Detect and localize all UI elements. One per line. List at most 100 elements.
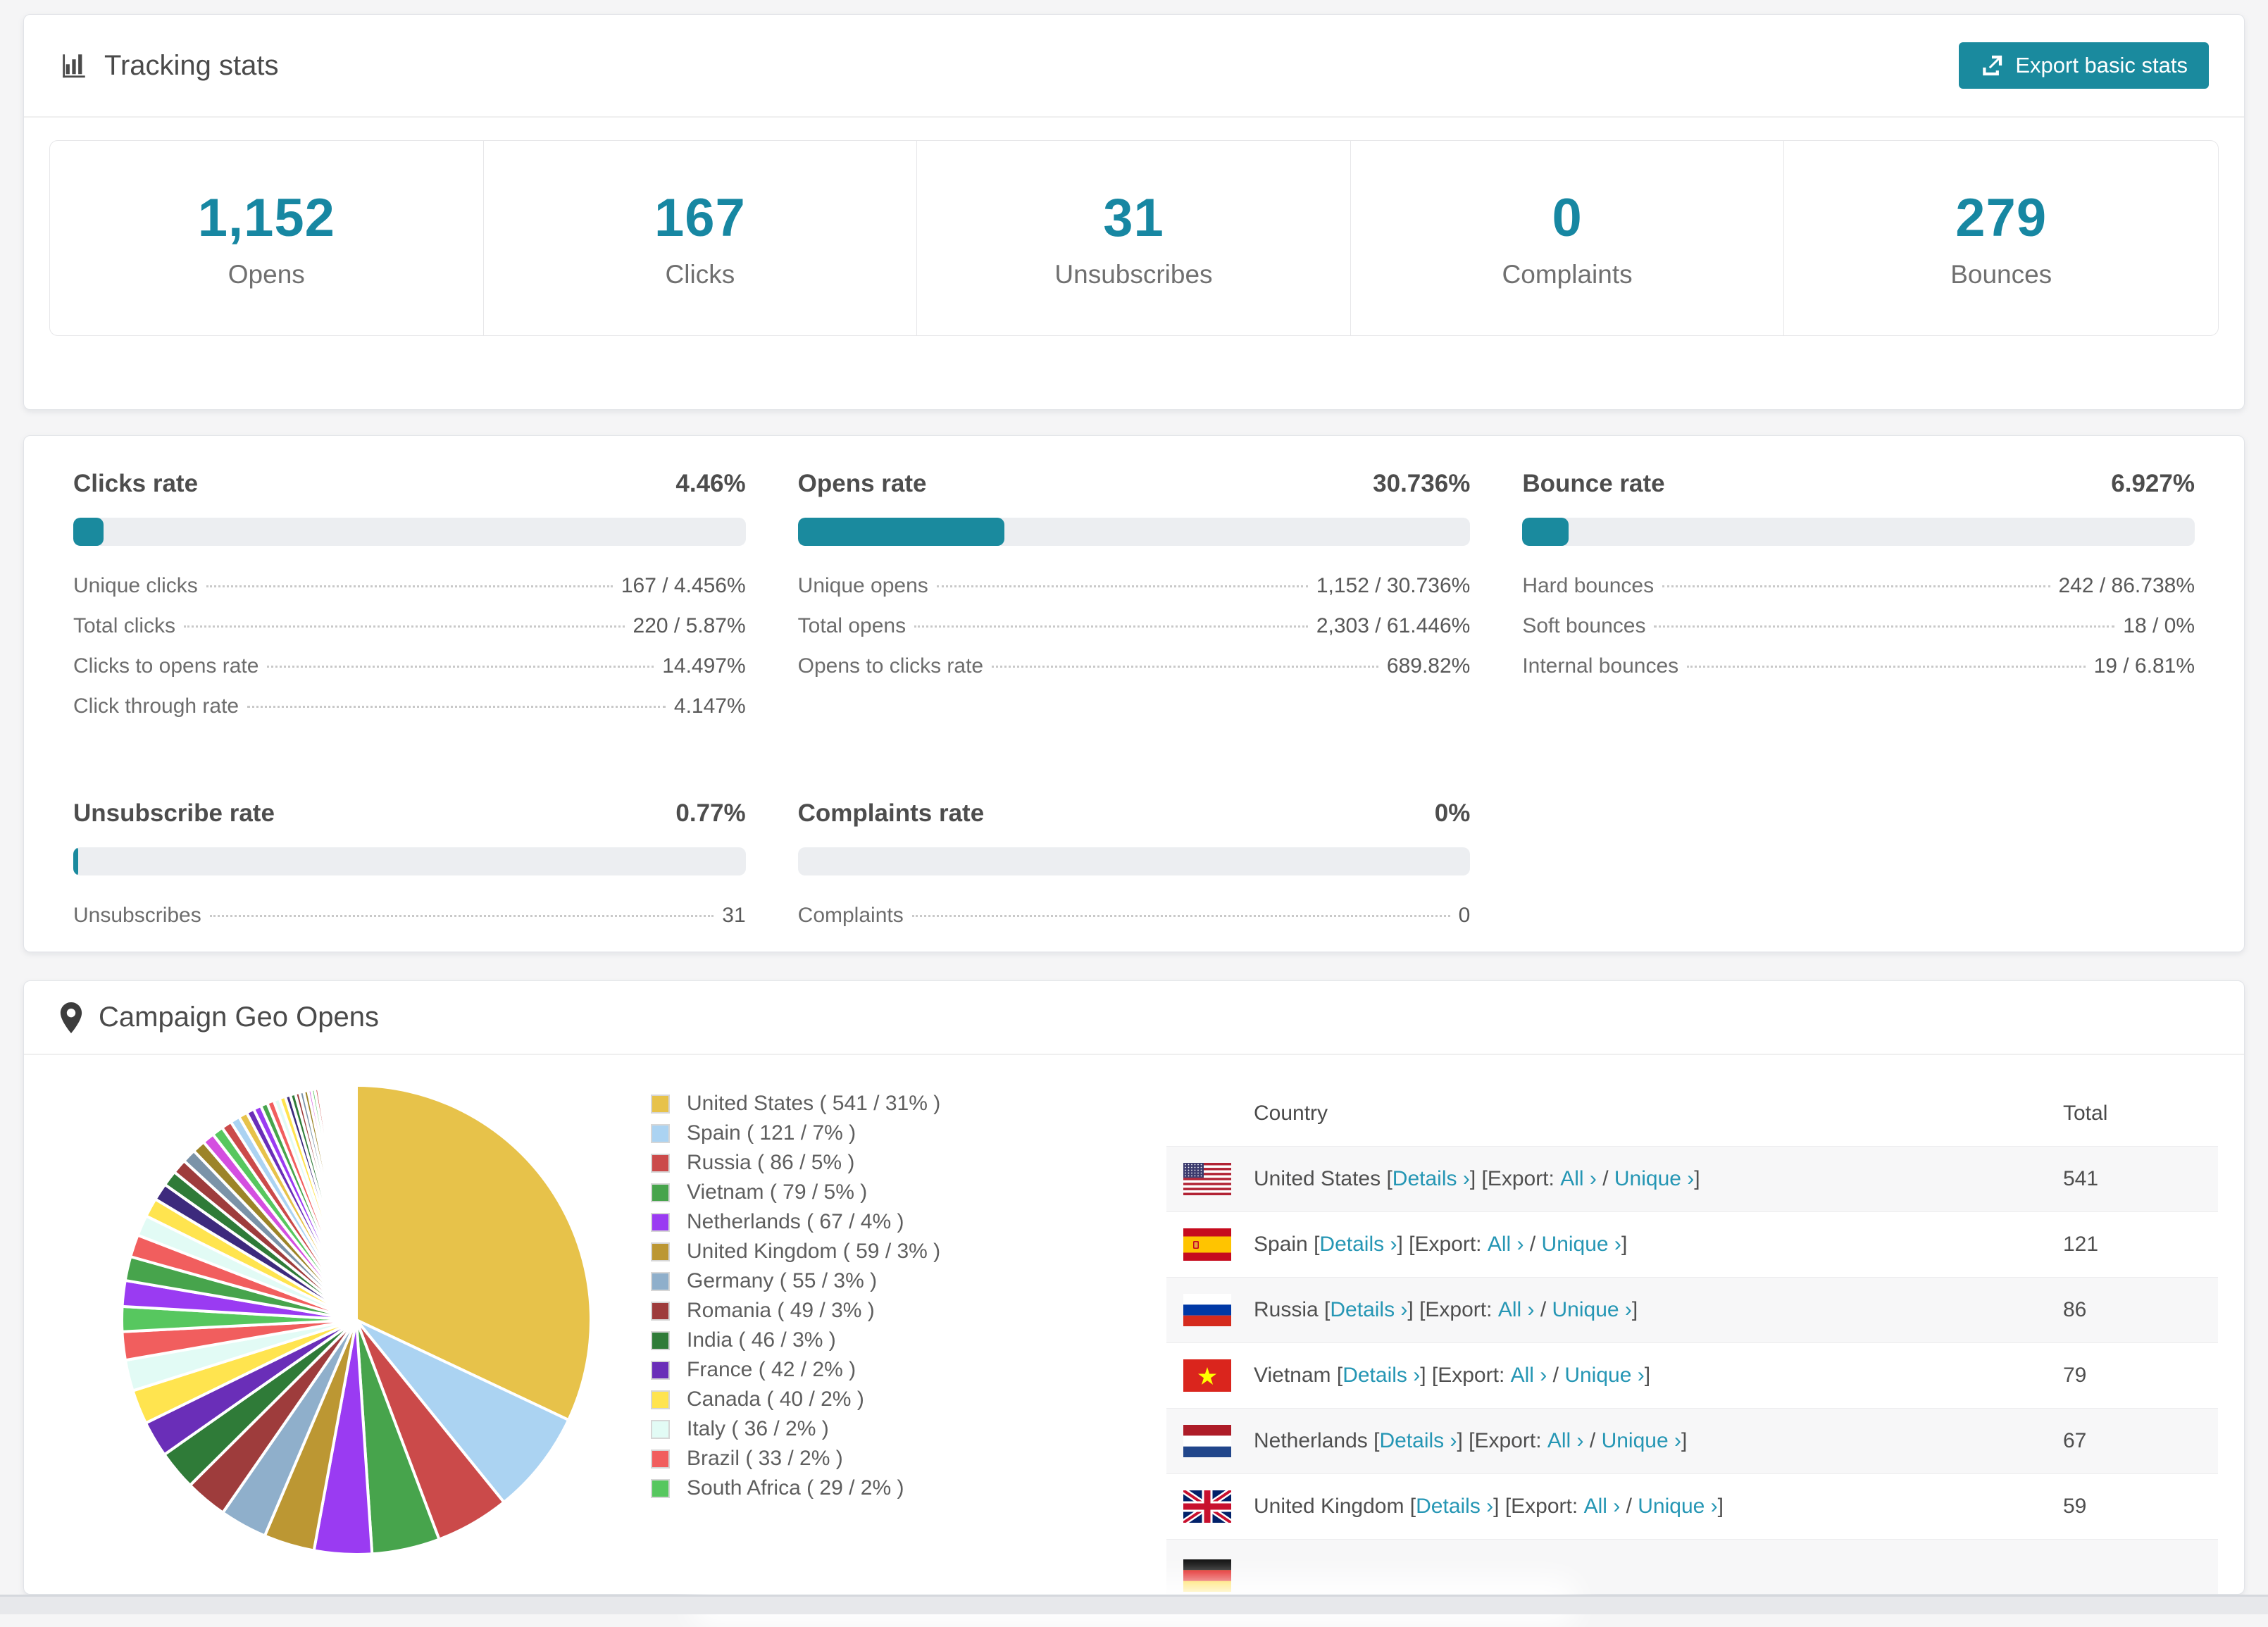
dotted-leader — [1654, 625, 2115, 628]
country-cell: Russia [Details ›] [Export: All › / Uniq… — [1166, 1294, 2063, 1326]
stat-value: 0 — [1552, 187, 1583, 248]
table-row: United States [Details ›] [Export: All ›… — [1166, 1146, 2218, 1211]
flag-icon-es — [1183, 1228, 1231, 1261]
details-link[interactable]: Details › — [1319, 1233, 1397, 1257]
legend-swatch — [651, 1183, 670, 1202]
export-unique-link[interactable]: Unique › — [1638, 1495, 1717, 1519]
total-cell: 67 — [2063, 1429, 2087, 1452]
rate-progress-bar — [797, 518, 1471, 546]
export-unique-link[interactable]: Unique › — [1542, 1233, 1621, 1257]
country-cell: Vietnam [Details ›] [Export: All › / Uni… — [1166, 1359, 2063, 1392]
rate-detail-value: 2,303 / 61.446% — [1316, 614, 1471, 637]
export-unique-link[interactable]: Unique › — [1552, 1298, 1632, 1322]
rate-detail-value: 4.147% — [673, 694, 746, 718]
rate-progress-bar — [1522, 518, 2195, 546]
legend-swatch — [651, 1449, 670, 1469]
rate-detail-value: 18 / 0% — [2123, 614, 2195, 637]
legend-item[interactable]: Netherlands ( 67 / 4% ) — [651, 1207, 940, 1237]
export-all-link[interactable]: All › — [1584, 1495, 1621, 1519]
map-pin-icon — [59, 1002, 83, 1033]
rate-detail-row: Complaints 0 — [798, 904, 1471, 944]
table-row: Vietnam [Details ›] [Export: All › / Uni… — [1166, 1342, 2218, 1408]
legend-swatch — [651, 1123, 670, 1143]
country-name: United Kingdom — [1254, 1495, 1410, 1518]
pie-slices[interactable] — [110, 1073, 603, 1566]
stat-boxes: 1,152 Opens 167 Clicks 31 Unsubscribes 0 Co… — [49, 140, 2219, 336]
table-row: Russia [Details ›] [Export: All › / Uniq… — [1166, 1277, 2218, 1342]
stat-box-clicks: 167 Clicks — [484, 141, 918, 335]
country-cell: Spain [Details ›] [Export: All › / Uniqu… — [1166, 1228, 2063, 1261]
rate-card-unsubscribe-rate: Unsubscribe rate 0.77% Unsubscribes 31 — [73, 799, 746, 944]
rate-progress-bar — [797, 847, 1471, 875]
dotted-leader — [914, 625, 1308, 628]
dotted-leader — [209, 915, 714, 917]
export-unique-link[interactable]: Unique › — [1614, 1167, 1694, 1191]
rate-detail-row: Opens to clicks rate 689.82% — [798, 654, 1471, 694]
legend-item[interactable]: Spain ( 121 / 7% ) — [651, 1118, 940, 1148]
legend-label: United States ( 541 / 31% ) — [687, 1092, 941, 1115]
rate-detail-label: Opens to clicks rate — [797, 654, 984, 678]
export-all-link[interactable]: All › — [1498, 1298, 1535, 1322]
total-cell: 86 — [2063, 1298, 2087, 1321]
export-unique-link[interactable]: Unique › — [1602, 1429, 1681, 1453]
rate-detail-row: Click through rate 4.147% — [73, 694, 746, 735]
export-unique-link[interactable]: Unique › — [1564, 1364, 1644, 1388]
rate-detail-value: 0 — [1458, 904, 1471, 927]
dotted-leader — [247, 706, 666, 708]
dotted-leader — [206, 585, 613, 587]
legend-swatch — [651, 1271, 670, 1291]
legend-label: Netherlands ( 67 / 4% ) — [687, 1210, 904, 1233]
details-link[interactable]: Details › — [1330, 1298, 1407, 1322]
dotted-leader — [911, 915, 1450, 917]
details-link[interactable]: Details › — [1392, 1167, 1470, 1191]
rate-detail-value: 19 / 6.81% — [2093, 654, 2195, 678]
export-all-link[interactable]: All › — [1560, 1167, 1597, 1191]
legend-label: Canada ( 40 / 2% ) — [687, 1388, 864, 1411]
rate-detail-value: 220 / 5.87% — [633, 614, 746, 637]
total-column-header: Total — [2063, 1101, 2108, 1125]
export-all-link[interactable]: All › — [1488, 1233, 1524, 1257]
rate-title: Complaints rate — [797, 799, 985, 827]
legend-label: Germany ( 55 / 3% ) — [687, 1269, 878, 1292]
bar-chart-icon — [59, 51, 89, 80]
legend-item[interactable]: United Kingdom ( 59 / 3% ) — [651, 1237, 940, 1266]
dotted-leader — [1662, 585, 2050, 587]
details-link[interactable]: Details › — [1342, 1364, 1420, 1388]
legend-swatch — [651, 1478, 670, 1498]
rate-detail-row: Total clicks 220 / 5.87% — [73, 614, 746, 654]
legend-item[interactable]: Russia ( 86 / 5% ) — [651, 1148, 940, 1178]
legend-item[interactable]: Romania ( 49 / 3% ) — [651, 1296, 940, 1326]
stat-label: Bounces — [1950, 259, 2052, 289]
tracking-stats-card: Tracking stats Export basic stats 1,152 … — [23, 14, 2245, 410]
legend-item[interactable]: Canada ( 40 / 2% ) — [651, 1385, 940, 1414]
legend-item[interactable]: France ( 42 / 2% ) — [651, 1355, 940, 1385]
rate-title: Bounce rate — [1522, 470, 1665, 497]
legend-swatch — [651, 1419, 670, 1439]
stat-label: Unsubscribes — [1054, 259, 1213, 289]
rate-detail-row: Unique opens 1,152 / 30.736% — [798, 574, 1471, 614]
legend-item[interactable]: Brazil ( 33 / 2% ) — [651, 1444, 940, 1473]
country-name: United States — [1254, 1167, 1387, 1190]
details-link[interactable]: Details › — [1379, 1429, 1457, 1453]
stat-label: Complaints — [1502, 259, 1633, 289]
legend-item[interactable]: Germany ( 55 / 3% ) — [651, 1266, 940, 1296]
geo-title: Campaign Geo Opens — [99, 1002, 380, 1033]
legend-item[interactable]: Italy ( 36 / 2% ) — [651, 1414, 940, 1444]
legend-label: Vietnam ( 79 / 5% ) — [687, 1180, 868, 1204]
details-link[interactable]: Details › — [1416, 1495, 1493, 1519]
bottom-scroll-strip[interactable] — [0, 1595, 2268, 1614]
rate-detail-row: Internal bounces 19 / 6.81% — [1522, 654, 2195, 694]
legend-item[interactable]: Vietnam ( 79 / 5% ) — [651, 1178, 940, 1207]
legend-item[interactable]: United States ( 541 / 31% ) — [651, 1089, 940, 1118]
stat-box-opens: 1,152 Opens — [50, 141, 484, 335]
legend-item[interactable]: India ( 46 / 3% ) — [651, 1326, 940, 1355]
export-all-link[interactable]: All › — [1547, 1429, 1584, 1453]
rate-card-clicks-rate: Clicks rate 4.46% Unique clicks 167 / 4.… — [73, 470, 746, 735]
export-basic-stats-button[interactable]: Export basic stats — [1959, 42, 2209, 89]
legend-item[interactable]: South Africa ( 29 / 2% ) — [651, 1473, 940, 1503]
geo-pie-chart[interactable] — [110, 1073, 603, 1566]
rate-detail-row: Soft bounces 18 / 0% — [1522, 614, 2195, 654]
geo-legend: United States ( 541 / 31% ) Spain ( 121 … — [651, 1089, 940, 1503]
export-all-link[interactable]: All › — [1511, 1364, 1547, 1388]
legend-label: India ( 46 / 3% ) — [687, 1328, 836, 1352]
